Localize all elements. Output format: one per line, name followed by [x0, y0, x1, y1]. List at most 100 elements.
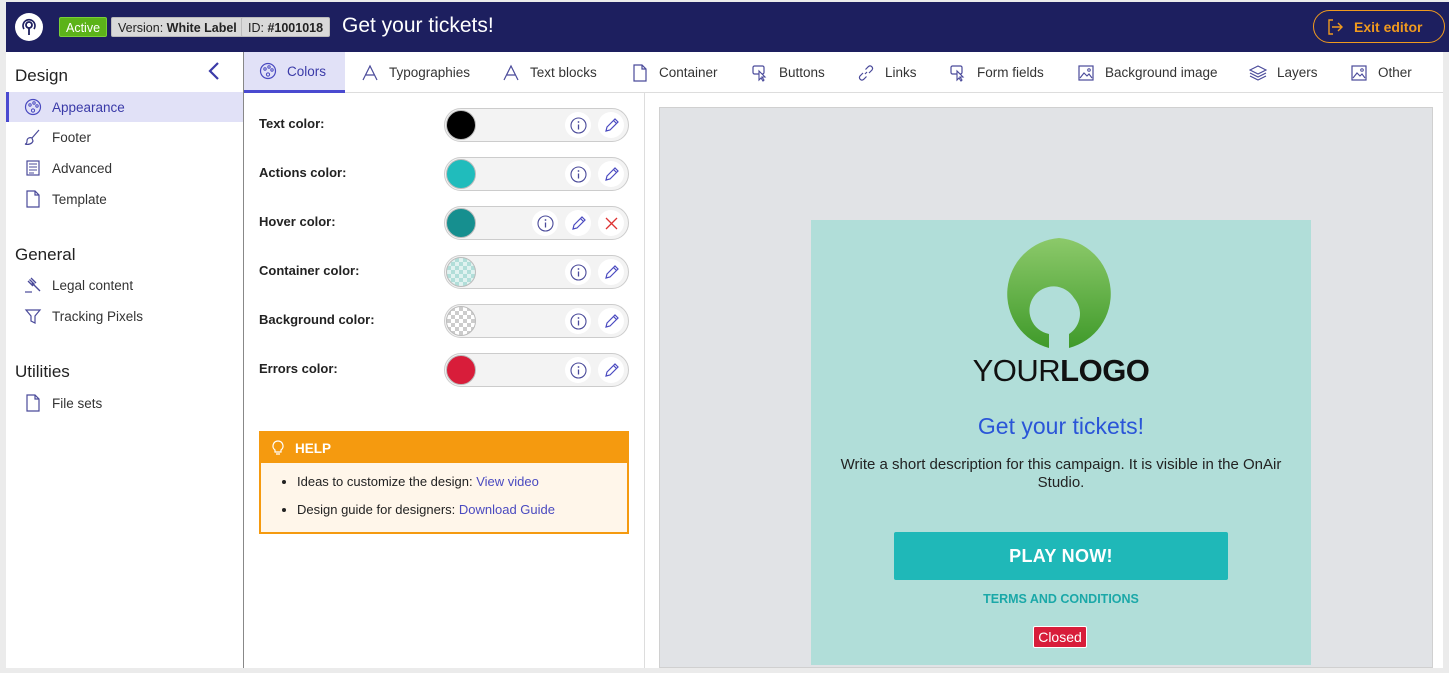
gavel-icon: [25, 277, 41, 293]
sidebar-item-tracking-pixels[interactable]: Tracking Pixels: [6, 301, 243, 331]
section-title-design: Design: [15, 66, 68, 85]
tab-text-blocks[interactable]: Text blocks: [502, 52, 597, 93]
app-logo-icon[interactable]: [15, 13, 43, 41]
tab-links[interactable]: Links: [857, 52, 917, 93]
color-row: Errors color:: [244, 352, 644, 388]
tab-label: Buttons: [779, 65, 825, 80]
font-icon: [362, 64, 378, 80]
edit-icon[interactable]: [598, 308, 624, 334]
tab-buttons[interactable]: Buttons: [751, 52, 825, 93]
section-title-utilities: Utilities: [15, 362, 70, 381]
sidebar: Design Appearance Footer Advanced Templa…: [6, 52, 244, 668]
tab-other[interactable]: Other: [1350, 52, 1412, 93]
color-label: Actions color:: [259, 165, 347, 180]
exit-editor-label: Exit editor: [1354, 18, 1423, 35]
edit-icon[interactable]: [598, 161, 624, 187]
top-bar: Active Version: White Label ID: #1001018…: [6, 2, 1449, 52]
exit-editor-button[interactable]: Exit editor: [1313, 10, 1445, 43]
palette-icon: [24, 98, 42, 116]
tab-label: Layers: [1277, 65, 1318, 80]
file-icon: [26, 394, 40, 412]
download-guide-link[interactable]: Download Guide: [459, 502, 555, 517]
sidebar-item-label: Legal content: [52, 277, 134, 293]
sidebar-item-label: Tracking Pixels: [52, 308, 144, 324]
exit-icon: [1328, 18, 1343, 35]
tab-background-image[interactable]: Background image: [1077, 52, 1218, 93]
color-picker[interactable]: [444, 304, 629, 338]
help-item: Design guide for designers: Download Gui…: [297, 502, 627, 517]
color-picker[interactable]: [444, 353, 629, 387]
tab-label: Text blocks: [530, 65, 597, 80]
info-icon[interactable]: [565, 161, 591, 187]
tab-label: Typographies: [389, 65, 471, 80]
color-swatch[interactable]: [446, 110, 476, 140]
tab-label: Form fields: [977, 65, 1044, 80]
color-row: Container color:: [244, 254, 644, 290]
logo-bold-text: LOGO: [1060, 353, 1150, 388]
palette-icon: [259, 62, 277, 80]
layers-icon: [1249, 64, 1267, 81]
sidebar-item-advanced[interactable]: Advanced: [6, 153, 243, 183]
color-swatch[interactable]: [446, 355, 476, 385]
edit-icon[interactable]: [598, 112, 624, 138]
sidebar-item-template[interactable]: Template: [6, 184, 243, 214]
file-icon: [26, 190, 40, 208]
page-title: Get your tickets!: [342, 14, 494, 37]
color-picker[interactable]: [444, 108, 629, 142]
tab-layers[interactable]: Layers: [1249, 52, 1318, 93]
collapse-sidebar-icon[interactable]: [204, 60, 226, 82]
color-swatch[interactable]: [446, 159, 476, 189]
color-label: Hover color:: [259, 214, 336, 229]
tab-label: Container: [659, 65, 718, 80]
color-picker[interactable]: [444, 255, 629, 289]
sidebar-item-footer[interactable]: Footer: [6, 122, 243, 152]
color-row: Actions color:: [244, 156, 644, 192]
info-icon[interactable]: [565, 259, 591, 285]
color-swatch[interactable]: [446, 257, 476, 287]
info-icon[interactable]: [565, 112, 591, 138]
brush-icon: [24, 129, 40, 145]
remove-icon[interactable]: [598, 210, 624, 236]
color-row: Text color:: [244, 107, 644, 143]
tab-colors[interactable]: Colors: [244, 52, 345, 93]
closed-badge: Closed: [1033, 626, 1087, 648]
your-logo-icon: [1007, 238, 1111, 348]
tab-label: Links: [885, 65, 917, 80]
terms-link[interactable]: TERMS AND CONDITIONS: [811, 592, 1311, 606]
color-picker[interactable]: [444, 206, 629, 240]
sidebar-item-legal-content[interactable]: Legal content: [6, 270, 243, 300]
edit-icon[interactable]: [598, 259, 624, 285]
info-icon[interactable]: [565, 357, 591, 383]
sidebar-item-appearance[interactable]: Appearance: [6, 92, 243, 122]
id-label: ID:: [248, 21, 268, 35]
tab-typographies[interactable]: Typographies: [361, 52, 470, 93]
preview-card: YOURLOGO Get your tickets! Write a short…: [811, 220, 1311, 665]
help-header: HELP: [261, 433, 627, 463]
sidebar-item-file-sets[interactable]: File sets: [6, 388, 243, 418]
edit-icon[interactable]: [565, 210, 591, 236]
color-swatch[interactable]: [446, 306, 476, 336]
info-icon[interactable]: [565, 308, 591, 334]
help-box: HELP Ideas to customize the design: View…: [259, 431, 629, 534]
link-icon: [858, 64, 874, 81]
info-icon[interactable]: [532, 210, 558, 236]
color-label: Errors color:: [259, 361, 338, 376]
color-swatch[interactable]: [446, 208, 476, 238]
edit-icon[interactable]: [598, 357, 624, 383]
preview-frame: YOURLOGO Get your tickets! Write a short…: [659, 107, 1433, 668]
play-now-button[interactable]: PLAY NOW!: [894, 532, 1228, 580]
id-badge: ID: #1001018: [241, 17, 331, 37]
view-video-link[interactable]: View video: [476, 474, 539, 489]
color-label: Background color:: [259, 312, 375, 327]
file-icon: [633, 63, 647, 82]
help-list: Ideas to customize the design: View vide…: [261, 474, 627, 517]
color-picker[interactable]: [444, 157, 629, 191]
image-icon: [1351, 64, 1367, 81]
preview-area: YOURLOGO Get your tickets! Write a short…: [645, 93, 1443, 668]
version-label: Version:: [118, 21, 167, 35]
tab-form-fields[interactable]: Form fields: [949, 52, 1044, 93]
your-logo-wordmark: YOURLOGO: [811, 353, 1311, 389]
filter-icon: [24, 309, 42, 324]
section-title-general: General: [15, 245, 76, 264]
tab-container[interactable]: Container: [631, 52, 718, 93]
